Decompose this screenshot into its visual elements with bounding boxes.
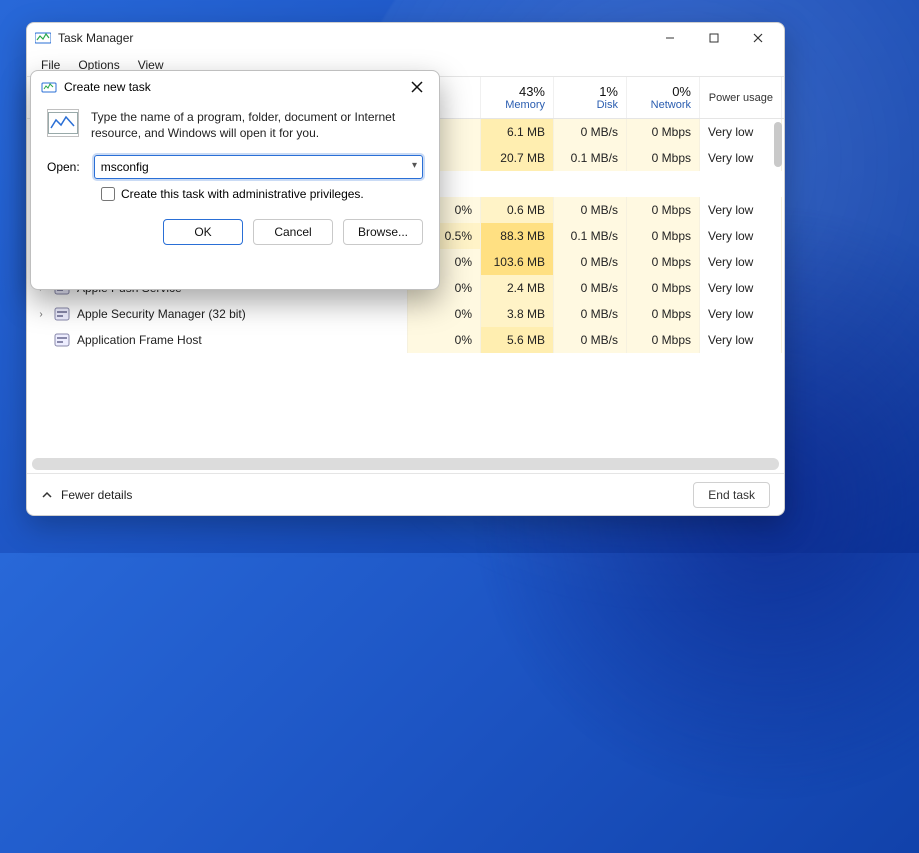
- open-input[interactable]: [94, 155, 423, 179]
- network-cell: 0 Mbps: [627, 249, 700, 275]
- run-dialog-icon: [41, 79, 57, 95]
- disk-cell: 0.1 MB/s: [554, 223, 627, 249]
- dialog-title: Create new task: [64, 80, 401, 94]
- titlebar: Task Manager: [27, 23, 784, 53]
- process-icon: [54, 306, 70, 322]
- col-header-power[interactable]: Power usage: [700, 77, 782, 118]
- col-header-power-label: Power usage: [709, 92, 773, 104]
- window-title: Task Manager: [58, 31, 648, 45]
- window-controls: [648, 23, 780, 53]
- ok-button[interactable]: OK: [163, 219, 243, 245]
- vertical-scrollbar[interactable]: [774, 122, 782, 352]
- power-cell: Very low: [700, 145, 782, 171]
- open-combobox[interactable]: ▾: [94, 155, 423, 179]
- col-header-disk-pct: 1%: [599, 84, 618, 99]
- minimize-button[interactable]: [648, 23, 692, 53]
- horizontal-scrollbar[interactable]: [32, 458, 779, 470]
- expand-chevron-icon[interactable]: ›: [35, 309, 47, 320]
- close-button[interactable]: [736, 23, 780, 53]
- browse-button[interactable]: Browse...: [343, 219, 423, 245]
- table-row[interactable]: › Apple Security Manager (32 bit) 0%3.8 MB…: [27, 301, 784, 327]
- memory-cell: 5.6 MB: [481, 327, 554, 353]
- dialog-titlebar: Create new task: [31, 71, 439, 103]
- horizontal-scrollbar-thumb[interactable]: [32, 458, 779, 470]
- col-header-network-label: Network: [651, 99, 691, 111]
- power-cell: Very low: [700, 223, 782, 249]
- footer: Fewer details End task: [27, 473, 784, 515]
- power-cell: Very low: [700, 197, 782, 223]
- open-label: Open:: [47, 160, 80, 174]
- fewer-details-label: Fewer details: [61, 488, 132, 502]
- fewer-details-toggle[interactable]: Fewer details: [41, 488, 132, 502]
- process-name-cell[interactable]: Application Frame Host: [27, 327, 408, 353]
- memory-cell: 0.6 MB: [481, 197, 554, 223]
- power-cell: Very low: [700, 275, 782, 301]
- disk-cell: 0 MB/s: [554, 275, 627, 301]
- process-name: Apple Security Manager (32 bit): [77, 307, 246, 321]
- memory-cell: 88.3 MB: [481, 223, 554, 249]
- disk-cell: 0 MB/s: [554, 197, 627, 223]
- end-task-button[interactable]: End task: [693, 482, 770, 508]
- col-header-memory-label: Memory: [505, 99, 545, 111]
- power-cell: Very low: [700, 327, 782, 353]
- network-cell: 0 Mbps: [627, 327, 700, 353]
- col-header-disk-label: Disk: [597, 99, 618, 111]
- disk-cell: 0 MB/s: [554, 249, 627, 275]
- task-manager-icon: [35, 30, 51, 46]
- vertical-scrollbar-thumb[interactable]: [774, 122, 782, 167]
- power-cell: Very low: [700, 119, 782, 145]
- admin-checkbox-label: Create this task with administrative pri…: [121, 187, 364, 201]
- power-cell: Very low: [700, 301, 782, 327]
- cpu-cell: 0%: [408, 327, 481, 353]
- maximize-button[interactable]: [692, 23, 736, 53]
- process-icon: [54, 332, 70, 348]
- admin-checkbox[interactable]: [101, 187, 115, 201]
- memory-cell: 6.1 MB: [481, 119, 554, 145]
- cpu-cell: 0%: [408, 301, 481, 327]
- col-header-network[interactable]: 0% Network: [627, 77, 700, 118]
- run-large-icon: [47, 109, 79, 137]
- col-header-disk[interactable]: 1% Disk: [554, 77, 627, 118]
- dialog-close-button[interactable]: [401, 73, 433, 101]
- cancel-button[interactable]: Cancel: [253, 219, 333, 245]
- memory-cell: 2.4 MB: [481, 275, 554, 301]
- process-name: Application Frame Host: [77, 333, 202, 347]
- chevron-down-icon[interactable]: ▾: [412, 160, 417, 171]
- create-task-dialog: Create new task Type the name of a progr…: [30, 70, 440, 290]
- disk-cell: 0 MB/s: [554, 301, 627, 327]
- col-header-memory-pct: 43%: [519, 84, 545, 99]
- network-cell: 0 Mbps: [627, 145, 700, 171]
- disk-cell: 0 MB/s: [554, 327, 627, 353]
- process-name-cell[interactable]: › Apple Security Manager (32 bit): [27, 301, 408, 327]
- col-header-memory[interactable]: 43% Memory: [481, 77, 554, 118]
- dialog-description: Type the name of a program, folder, docu…: [91, 109, 423, 141]
- dialog-body: Type the name of a program, folder, docu…: [31, 103, 439, 219]
- network-cell: 0 Mbps: [627, 223, 700, 249]
- memory-cell: 20.7 MB: [481, 145, 554, 171]
- memory-cell: 3.8 MB: [481, 301, 554, 327]
- dialog-actions: OK Cancel Browse...: [31, 219, 439, 259]
- network-cell: 0 Mbps: [627, 119, 700, 145]
- disk-cell: 0.1 MB/s: [554, 145, 627, 171]
- disk-cell: 0 MB/s: [554, 119, 627, 145]
- chevron-up-icon: [41, 489, 53, 501]
- power-cell: Very low: [700, 249, 782, 275]
- memory-cell: 103.6 MB: [481, 249, 554, 275]
- col-header-network-pct: 0%: [672, 84, 691, 99]
- network-cell: 0 Mbps: [627, 275, 700, 301]
- network-cell: 0 Mbps: [627, 301, 700, 327]
- network-cell: 0 Mbps: [627, 197, 700, 223]
- table-row[interactable]: Application Frame Host 0%5.6 MB0 MB/s0 Mb…: [27, 327, 784, 353]
